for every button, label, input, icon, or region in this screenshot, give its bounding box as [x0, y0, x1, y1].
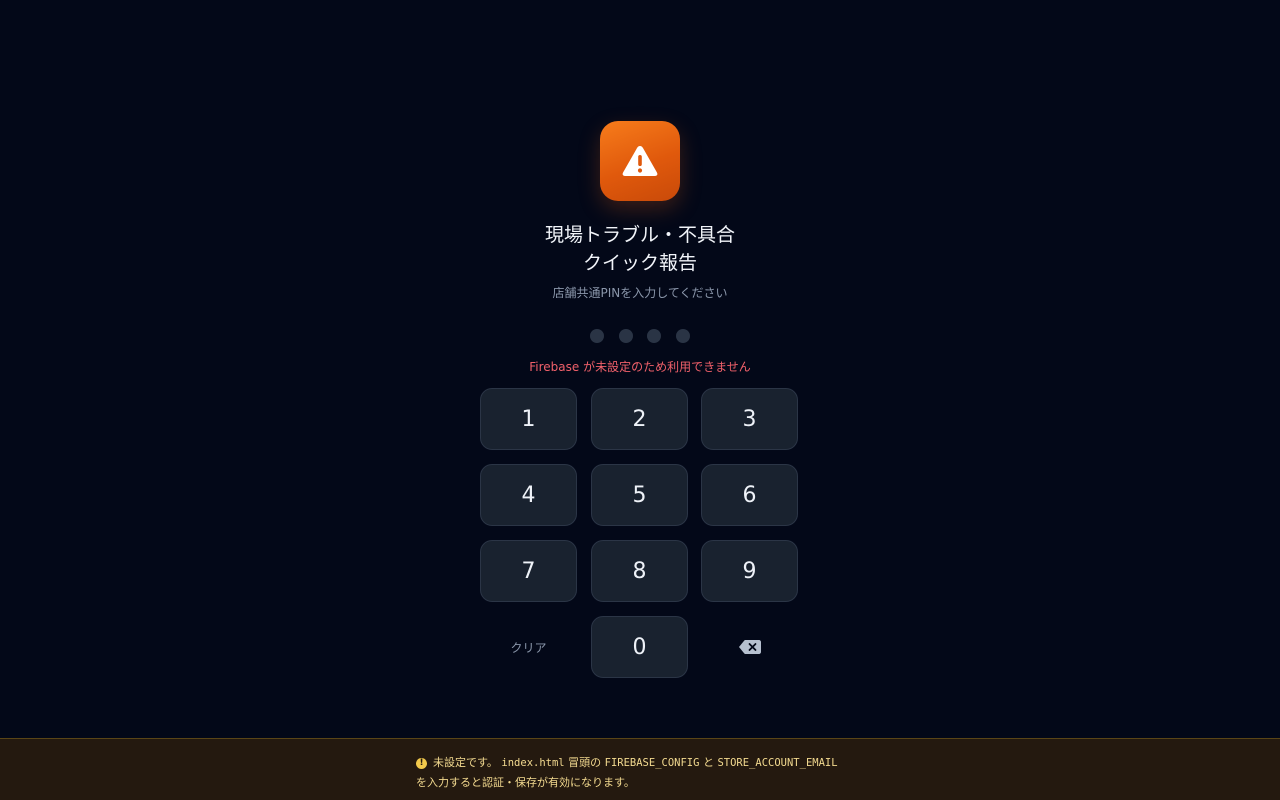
keypad-key-1[interactable]: 1: [480, 388, 577, 450]
clear-button-label: クリア: [510, 640, 547, 655]
notice-part2: 冒頭の: [568, 756, 602, 769]
error-message: Firebase が未設定のため利用できません: [529, 360, 751, 374]
notice-line-1: ! 未設定です。 index.html 冒頭の FIREBASE_CONFIG と…: [416, 753, 886, 773]
notice-part1: 未設定です。: [433, 756, 498, 769]
info-icon: !: [416, 758, 427, 769]
pin-dot: [590, 329, 604, 343]
keypad-key-4[interactable]: 4: [480, 464, 577, 526]
keypad-key-7[interactable]: 7: [480, 540, 577, 602]
page-title-line2: クイック報告: [582, 252, 697, 274]
keypad-key-2[interactable]: 2: [591, 388, 688, 450]
pin-dot: [675, 329, 690, 343]
notice-code-config: FIREBASE_CONFIG: [604, 757, 700, 769]
keypad-key-5[interactable]: 5: [591, 464, 688, 526]
keypad-key-3[interactable]: 3: [701, 388, 798, 450]
clear-button[interactable]: クリア: [480, 616, 577, 678]
warning-triangle-icon: [622, 146, 658, 176]
notice-code-file: index.html: [501, 757, 565, 769]
app-logo: [600, 121, 680, 201]
keypad-key-9[interactable]: 9: [701, 540, 798, 602]
notice-code-email: STORE_ACCOUNT_EMAIL: [717, 757, 838, 769]
config-warning-text: ! 未設定です。 index.html 冒頭の FIREBASE_CONFIG と…: [416, 753, 886, 792]
pin-indicator: [590, 328, 690, 344]
keypad-key-0[interactable]: 0: [591, 616, 688, 678]
keypad-key-8[interactable]: 8: [591, 540, 688, 602]
notice-part3: と: [702, 756, 714, 769]
notice-line-2: を入力すると認証・保存が有効になります。: [416, 776, 635, 789]
pin-dot: [647, 329, 662, 343]
config-warning-banner: ! 未設定です。 index.html 冒頭の FIREBASE_CONFIG と…: [0, 738, 1280, 800]
pin-dot: [618, 329, 633, 343]
pin-instruction: 店舗共通PINを入力してください: [552, 286, 728, 300]
backspace-icon: [738, 640, 761, 654]
backspace-button[interactable]: [701, 616, 798, 678]
page-title-line1: 現場トラブル・不具合: [544, 224, 735, 246]
keypad-key-6[interactable]: 6: [701, 464, 798, 526]
pin-login-screen: 現場トラブル・不具合 クイック報告 店舗共通PINを入力してください Fireb…: [0, 0, 1280, 800]
